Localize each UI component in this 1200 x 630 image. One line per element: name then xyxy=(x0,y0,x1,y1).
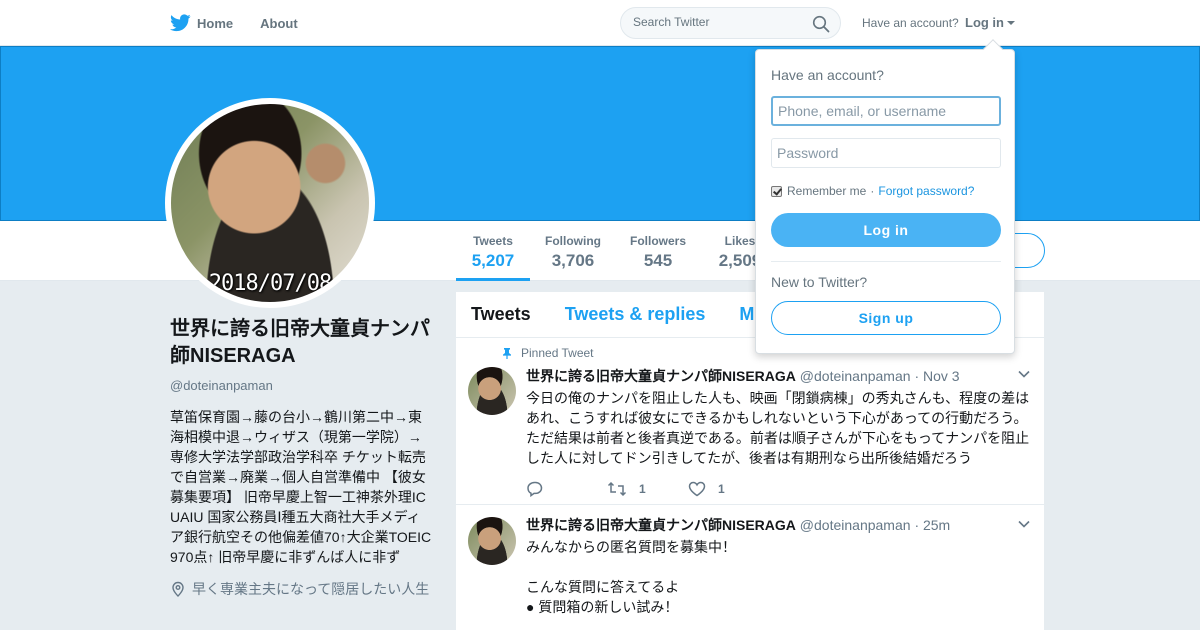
tweet-author-handle[interactable]: @doteinanpaman xyxy=(800,517,911,533)
tweet-avatar[interactable] xyxy=(468,367,516,415)
retweet-button[interactable]: 1 xyxy=(607,481,688,497)
stat-following[interactable]: Following 3,706 xyxy=(538,221,608,281)
login-toggle-label: Log in xyxy=(965,15,1004,30)
profile-name[interactable]: 世界に誇る旧帝大童貞ナンパ師NISERAGA xyxy=(170,316,432,370)
stat-label: Following xyxy=(545,234,601,248)
stat-tweets[interactable]: Tweets 5,207 xyxy=(456,221,530,281)
nav-home-label: Home xyxy=(197,15,234,31)
chevron-down-icon[interactable] xyxy=(1018,520,1030,528)
login-dropdown-toggle[interactable]: Log in xyxy=(965,15,1015,30)
remember-me-checkbox[interactable] xyxy=(771,185,782,197)
search-box xyxy=(620,7,841,39)
tab-tweets[interactable]: Tweets xyxy=(471,304,531,325)
location-pin-icon xyxy=(172,581,184,597)
stat-followers[interactable]: Followers 545 xyxy=(623,221,693,281)
profile-location: 早く専業主夫になって隠居したい人生 xyxy=(170,579,432,599)
top-navigation-bar: Home About Have an account? Log in xyxy=(0,0,1200,46)
tweet-text: 今日の俺のナンパを阻止した人も、映画「閉鎖病棟」の秀丸さんも、程度の差はあれ、こ… xyxy=(526,390,1030,466)
pinned-text: Pinned Tweet xyxy=(521,346,594,360)
nav-about-label: About xyxy=(260,15,298,31)
avatar-date-stamp: 2018/07/08 xyxy=(208,271,332,296)
username-field[interactable] xyxy=(771,96,1001,126)
tweet-time[interactable]: · Nov 3 xyxy=(914,368,959,384)
caret-down-icon xyxy=(1007,20,1015,25)
remember-me-label[interactable]: Remember me xyxy=(787,184,866,198)
remember-row: Remember me · Forgot password? xyxy=(771,184,974,198)
profile-handle[interactable]: @doteinanpaman xyxy=(170,378,432,393)
tab-tweets-replies[interactable]: Tweets & replies xyxy=(565,304,706,325)
reply-button[interactable] xyxy=(526,481,607,497)
tweet-text-line: ● 質問箱の新しい試み！ xyxy=(526,599,679,615)
profile-bio: 草笛保育園→藤の台小→鶴川第二中→東海相模中退→ウィザス（現第一学院）→専修大学… xyxy=(170,409,432,565)
tweet-text-line: みんなからの匿名質問を募集中！ xyxy=(526,539,736,555)
have-account-text: Have an account? xyxy=(862,16,959,30)
signup-button[interactable]: Sign up xyxy=(771,301,1001,335)
tweet-author-handle[interactable]: @doteinanpaman xyxy=(800,368,911,384)
tweet-header: 世界に誇る旧帝大童貞ナンパ師NISERAGA @doteinanpaman · … xyxy=(526,366,1044,386)
like-count: 1 xyxy=(718,482,725,496)
password-field[interactable] xyxy=(771,138,1001,168)
stat-value: 3,706 xyxy=(551,251,595,270)
tweet-text-line: こんな質問に答えてるよ xyxy=(526,579,680,595)
stat-label: Tweets xyxy=(473,234,513,248)
login-dropdown: Have an account? Remember me · Forgot pa… xyxy=(755,39,1015,354)
nav-left: Home About xyxy=(170,0,325,46)
twitter-bird-icon xyxy=(170,14,191,32)
tweet-author-name[interactable]: 世界に誇る旧帝大童貞ナンパ師NISERAGA xyxy=(526,368,796,384)
new-to-twitter-text: New to Twitter? xyxy=(771,274,868,290)
tweet-item[interactable]: 世界に誇る旧帝大童貞ナンパ師NISERAGA @doteinanpaman · … xyxy=(456,505,1044,630)
tweet-time[interactable]: · 25m xyxy=(914,517,950,533)
chevron-down-icon[interactable] xyxy=(1018,370,1030,378)
pin-icon xyxy=(503,348,511,359)
stat-label: Followers xyxy=(629,234,686,248)
tweet-header: 世界に誇る旧帝大童貞ナンパ師NISERAGA @doteinanpaman · … xyxy=(526,515,1044,535)
login-button[interactable]: Log in xyxy=(771,213,1001,247)
tweet-actions: 1 1 xyxy=(526,480,1044,498)
profile-avatar[interactable]: 2018/07/08 xyxy=(165,98,375,308)
stat-value: 545 xyxy=(643,251,673,270)
retweet-count: 1 xyxy=(639,482,646,496)
like-button[interactable]: 1 xyxy=(688,481,769,497)
nav-home-link[interactable]: Home xyxy=(170,14,233,32)
search-icon[interactable] xyxy=(812,15,830,33)
tweet-avatar[interactable] xyxy=(468,517,516,565)
forgot-password-link[interactable]: Forgot password? xyxy=(878,184,974,198)
location-text: 早く専業主夫になって隠居したい人生 xyxy=(192,581,430,597)
reply-icon xyxy=(527,481,543,497)
tweet-item[interactable]: Pinned Tweet 世界に誇る旧帝大童貞ナンパ師NISERAGA @dot… xyxy=(456,338,1044,505)
separator-dot: · xyxy=(870,184,875,198)
tweet-author-name[interactable]: 世界に誇る旧帝大童貞ナンパ師NISERAGA xyxy=(526,517,796,533)
profile-card: 世界に誇る旧帝大童貞ナンパ師NISERAGA @doteinanpaman 草笛… xyxy=(170,316,432,599)
dropdown-divider xyxy=(771,261,1001,262)
dropdown-title: Have an account? xyxy=(771,67,884,83)
search-input[interactable] xyxy=(633,15,803,29)
heart-icon xyxy=(688,481,706,497)
nav-about-link[interactable]: About xyxy=(260,16,298,31)
stat-value: 5,207 xyxy=(471,251,515,270)
avatar-photo: 2018/07/08 xyxy=(171,104,369,302)
retweet-icon xyxy=(607,481,627,497)
